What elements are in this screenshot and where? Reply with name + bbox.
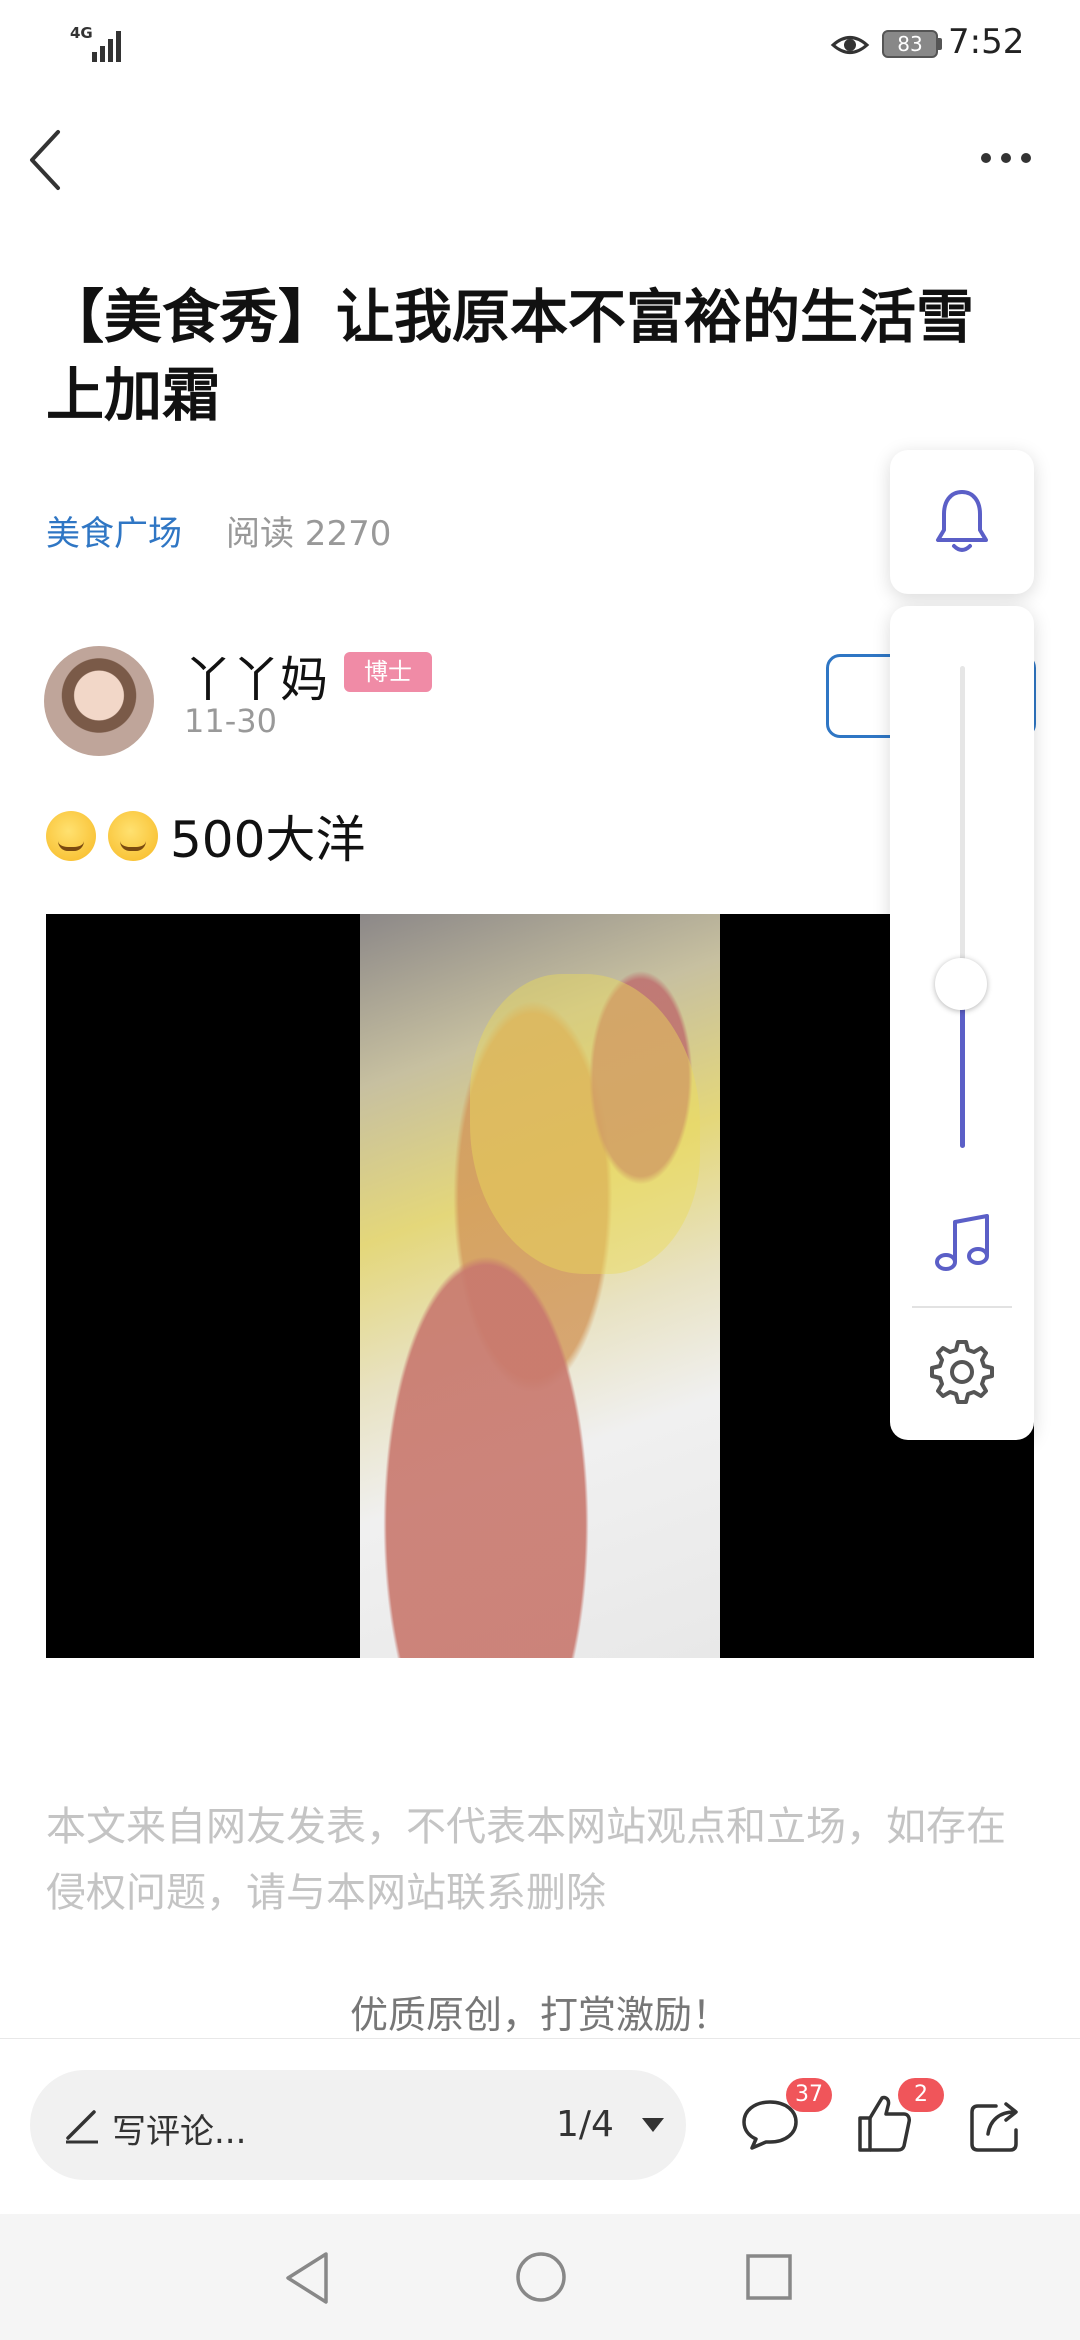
comment-placeholder[interactable]: 写评论... xyxy=(112,2104,246,2153)
share-icon[interactable] xyxy=(968,2098,1024,2154)
volume-panel xyxy=(890,606,1034,1440)
video-player[interactable] xyxy=(46,914,1034,1658)
likes-count-badge: 2 xyxy=(898,2078,944,2112)
music-icon[interactable] xyxy=(930,1210,994,1274)
signal-icon xyxy=(92,31,121,62)
video-frame xyxy=(360,914,720,1658)
notification-card[interactable] xyxy=(890,450,1034,594)
gear-icon[interactable] xyxy=(928,1338,996,1406)
panel-divider xyxy=(912,1306,1012,1308)
chevron-down-icon[interactable] xyxy=(640,2116,666,2134)
post-text: 500大洋 xyxy=(46,800,365,872)
author-name[interactable]: 丫丫妈 xyxy=(184,640,328,710)
nav-back-icon[interactable] xyxy=(282,2250,332,2306)
pencil-icon xyxy=(66,2110,98,2144)
avatar[interactable] xyxy=(44,646,154,756)
nav-home-icon[interactable] xyxy=(514,2250,568,2304)
status-bar: 4G 83 7:52 xyxy=(0,0,1080,92)
eye-comfort-icon xyxy=(830,36,870,54)
article-title: 【美食秀】让我原本不富裕的生活雪上加霜 xyxy=(46,283,975,429)
comments-count-badge: 37 xyxy=(786,2078,832,2112)
clock: 7:52 xyxy=(948,22,1025,62)
back-icon[interactable] xyxy=(24,126,68,194)
battery-indicator: 83 xyxy=(882,30,938,58)
more-icon[interactable] xyxy=(978,148,1034,168)
volume-slider-thumb[interactable] xyxy=(935,958,987,1010)
reward-text[interactable]: 优质原创，打赏激励！ xyxy=(0,1984,1080,2039)
author-badge: 博士 xyxy=(344,652,432,692)
battery-tip xyxy=(938,38,942,50)
smirk-emoji-icon xyxy=(108,811,158,861)
category-link[interactable]: 美食广场 xyxy=(46,506,182,555)
smirk-emoji-icon xyxy=(46,811,96,861)
nav-recent-icon[interactable] xyxy=(744,2252,794,2302)
disclaimer-text: 本文来自网友发表，不代表本网站观点和立场，如存在侵权问题，请与本网站联系删除 xyxy=(46,1804,1006,1916)
page-indicator[interactable]: 1/4 xyxy=(556,2104,614,2145)
video-content xyxy=(470,974,700,1274)
post-text-value: 500大洋 xyxy=(170,811,366,869)
read-count: 阅读 2270 xyxy=(226,514,392,554)
post-date: 11-30 xyxy=(184,702,277,740)
bell-icon[interactable] xyxy=(930,486,994,558)
